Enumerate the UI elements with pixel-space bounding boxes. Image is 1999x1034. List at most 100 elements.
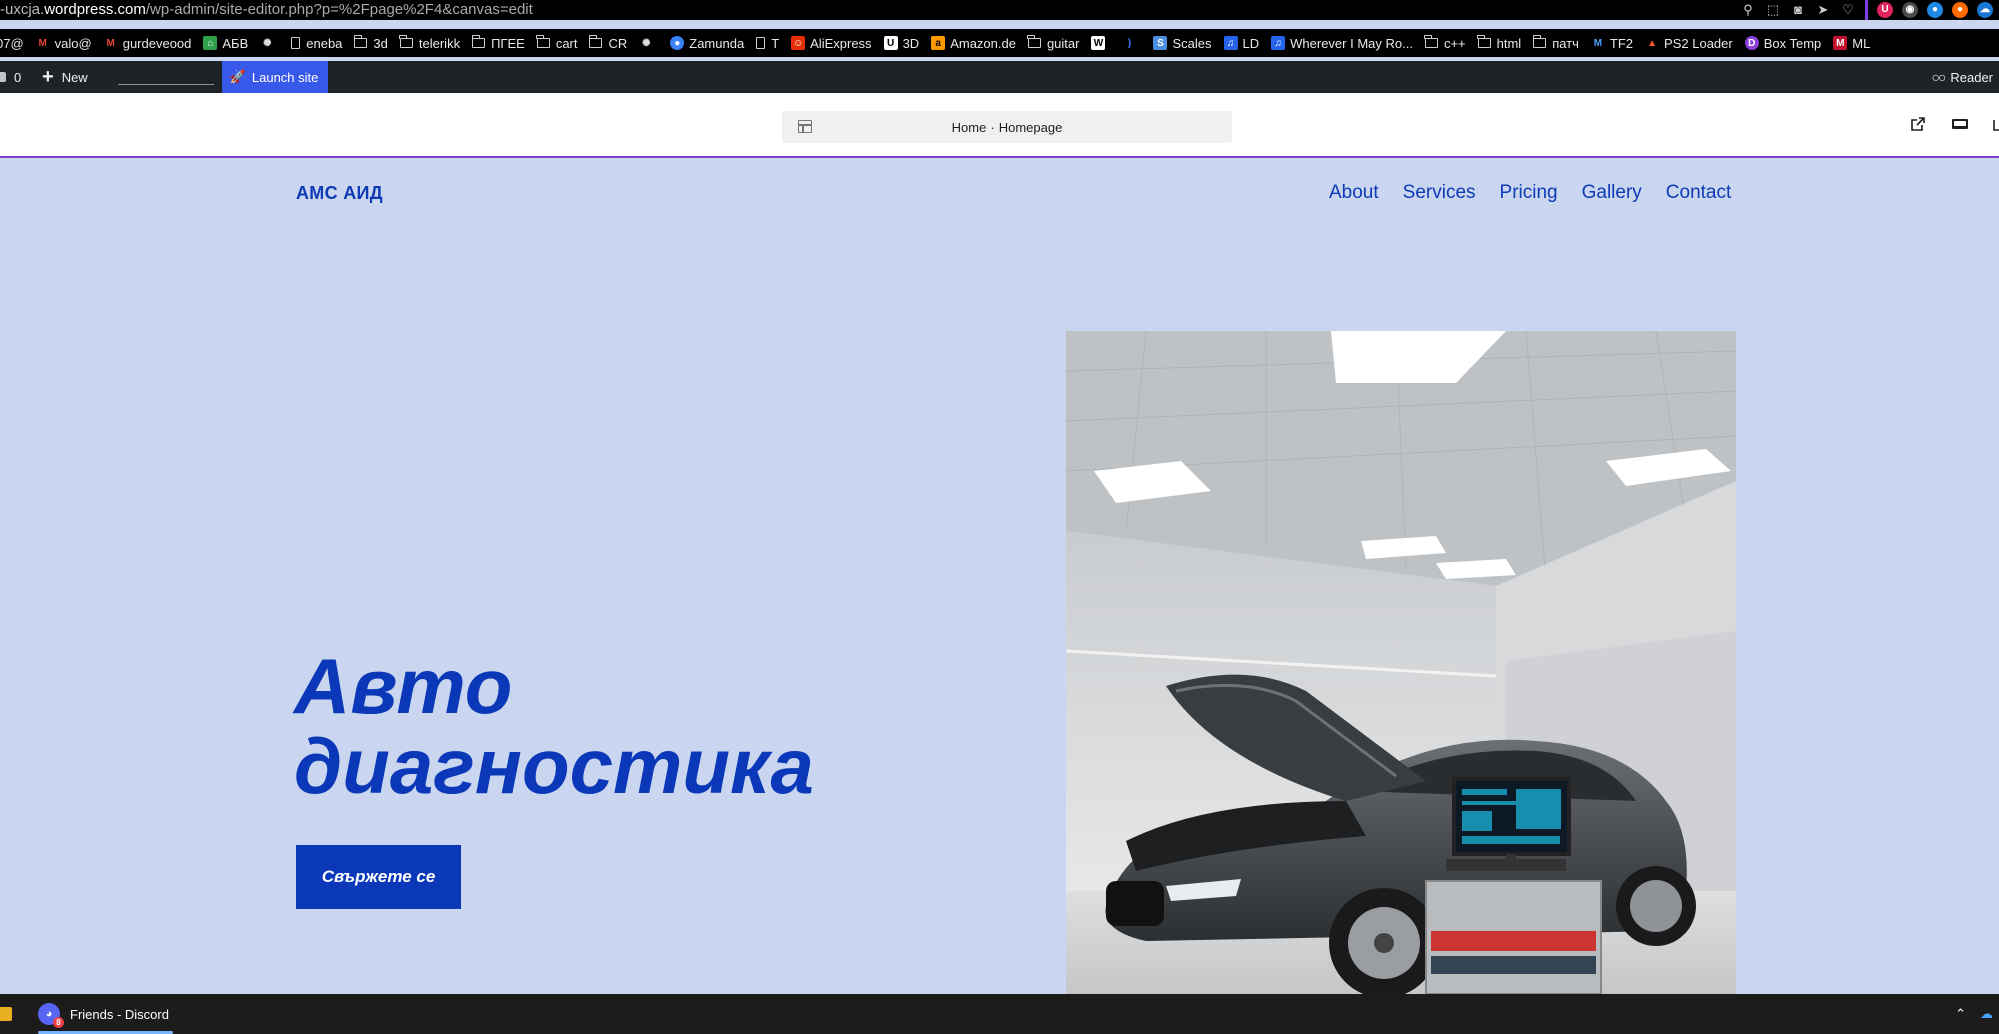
folder-icon <box>1477 35 1491 48</box>
globe-icon: ● <box>670 36 685 50</box>
bookmark-item[interactable]: a Amazon.de <box>931 36 1016 51</box>
bookmark-item[interactable]: 07@ <box>0 36 24 51</box>
extension-orange-icon[interactable]: ● <box>1952 2 1968 18</box>
document-subtitle: Homepage <box>998 119 1063 135</box>
gmail-icon: M <box>103 36 118 50</box>
u-icon: U <box>883 36 898 50</box>
browser-url-bar[interactable]: -uxcja.wordpress.com/wp-admin/site-edito… <box>0 0 1999 20</box>
contact-cta-button[interactable]: Свържете се <box>296 845 461 909</box>
bookmark-label: gurdeveood <box>122 35 192 51</box>
bookmark-label: Wherever I May Ro... <box>1290 35 1413 51</box>
bookmark-label: guitar <box>1046 35 1080 51</box>
bookmark-item[interactable]: D Box Temp <box>1744 36 1821 51</box>
nav-pricing[interactable]: Pricing <box>1500 182 1558 204</box>
bookmark-item[interactable]: ⌂ АБВ <box>203 36 248 51</box>
bookmark-item[interactable]: html <box>1477 35 1522 51</box>
bookmark-item[interactable]: M TF2 <box>1590 35 1634 51</box>
ps-icon: ▲ <box>1645 36 1660 50</box>
pin-icon[interactable]: ⚲ <box>1740 2 1756 18</box>
bookmark-item[interactable]: M ML <box>1833 36 1870 51</box>
bookmark-item[interactable]: ♫ Wherever I May Ro... <box>1271 36 1413 51</box>
bookmark-label: LD <box>1242 35 1260 51</box>
bookmark-label: TF2 <box>1609 35 1634 51</box>
os-taskbar: ◕ 8 Friends - Discord ⌃ ☁ <box>0 994 1999 1034</box>
extension-blue-icon[interactable]: ● <box>1927 2 1943 18</box>
bookmark-item[interactable]: 3d <box>353 35 388 51</box>
chevron-up-icon[interactable]: ⌃ <box>1955 1006 1966 1022</box>
ublock-icon[interactable]: U <box>1877 2 1893 18</box>
bookmark-label: 07@ <box>0 35 24 51</box>
document-bar[interactable]: Home · Homepage <box>782 111 1232 143</box>
nav-contact[interactable]: Contact <box>1666 182 1731 204</box>
bookmark-item[interactable]: Mvalo@ <box>35 36 92 51</box>
site-title[interactable]: АМС АИД <box>296 183 383 204</box>
bookmark-item[interactable]: telerikk <box>399 35 461 51</box>
taskbar-discord[interactable]: ◕ 8 Friends - Discord <box>34 994 173 1034</box>
device-preview-icon[interactable] <box>1951 115 1969 133</box>
bookmark-item[interactable]: W <box>1091 36 1110 50</box>
ali-icon: ☺ <box>791 36 806 50</box>
bookmark-item[interactable]: ПГЕЕ <box>471 35 525 51</box>
site-navigation: About Services Pricing Gallery Contact <box>1329 182 1731 204</box>
ld-icon: ♫ <box>1271 36 1286 50</box>
wp-admin-bar: 0 + New 🚀 Launch site ○○ Reader <box>0 61 1999 93</box>
editor-header: Home · Homepage <box>0 93 1999 158</box>
reader-glasses-icon: ○○ <box>1931 69 1946 85</box>
send-icon[interactable]: ➤ <box>1815 2 1831 18</box>
bookmark-item[interactable]: ✺ <box>639 36 658 50</box>
bookmark-item[interactable]: ♫ LD <box>1223 35 1260 51</box>
w-icon: W <box>1091 36 1106 50</box>
bookmark-item[interactable]: ● Zamunda <box>670 36 744 51</box>
launch-site-button[interactable]: 🚀 Launch site <box>221 61 329 93</box>
onedrive-icon[interactable]: ☁ <box>1977 2 1993 18</box>
external-link-icon[interactable] <box>1909 115 1927 133</box>
bookmark-label: ML <box>1852 35 1871 51</box>
bookmark-item[interactable]: eneba <box>291 36 342 51</box>
discord-icon: ◕ 8 <box>38 1003 64 1028</box>
bookmark-item[interactable]: cart <box>536 35 577 51</box>
document-separator: · <box>990 119 995 135</box>
nav-gallery[interactable]: Gallery <box>1582 182 1642 204</box>
bookmark-item[interactable]: ☺ AliExpress <box>791 36 872 51</box>
file-explorer-icon[interactable] <box>0 1007 12 1021</box>
reader-button[interactable]: ○○ Reader <box>1931 61 1993 93</box>
bookmark-item[interactable]: guitar <box>1027 35 1080 51</box>
bookmark-item[interactable]: ▲ PS2 Loader <box>1645 36 1733 51</box>
url-path: /wp-admin/site-editor.php?p=%2Fpage%2F4&… <box>145 1 533 18</box>
bookmark-item[interactable]: патч <box>1532 35 1579 51</box>
bookmark-item[interactable]: CR <box>588 35 627 51</box>
ml-icon: M <box>1833 36 1848 50</box>
bookmark-item[interactable]: U 3D <box>883 35 920 51</box>
tray-app-icon[interactable]: ☁ <box>1980 1006 1993 1022</box>
new-button[interactable]: + New <box>42 67 88 87</box>
hero-image-car-diagnostics[interactable] <box>1066 331 1736 994</box>
bookmark-label: telerikk <box>418 35 461 51</box>
bookmark-item[interactable]: T <box>756 36 779 51</box>
bookmark-item[interactable]: ) <box>1122 36 1141 50</box>
hero-heading[interactable]: Авто диагностика <box>294 646 814 806</box>
bookmark-item[interactable]: Mgurdeveood <box>103 35 192 51</box>
bookmark-label: html <box>1496 35 1522 51</box>
abv-icon: ⌂ <box>203 36 218 50</box>
moon-icon: ) <box>1122 36 1137 50</box>
screenshot-icon[interactable]: ⬚ <box>1765 2 1781 18</box>
openai-icon: ✺ <box>639 36 654 50</box>
nav-services[interactable]: Services <box>1403 182 1476 204</box>
bookmark-item[interactable]: c++ <box>1424 35 1466 51</box>
comments-count: 0 <box>14 69 22 85</box>
document-title: Home <box>951 119 987 135</box>
bookmark-label: 3D <box>902 35 920 51</box>
editor-canvas[interactable]: АМС АИД About Services Pricing Gallery C… <box>0 158 1999 994</box>
bookmark-item[interactable]: S Scales <box>1153 36 1212 51</box>
url-prefix: -uxcja. <box>0 1 45 18</box>
nav-about[interactable]: About <box>1329 182 1379 204</box>
bookmark-item[interactable]: ✺ <box>260 36 279 50</box>
comments-button[interactable]: 0 <box>0 70 40 85</box>
boxtemp-icon: D <box>1744 36 1759 50</box>
pocket-icon[interactable]: ◙ <box>1790 2 1806 18</box>
notification-badge: 8 <box>53 1017 64 1028</box>
extension-icon[interactable]: ◉ <box>1902 2 1918 18</box>
overflow-icon[interactable] <box>1993 115 1999 133</box>
heart-icon[interactable]: ♡ <box>1840 2 1856 18</box>
rocket-icon: 🚀 <box>229 69 246 84</box>
